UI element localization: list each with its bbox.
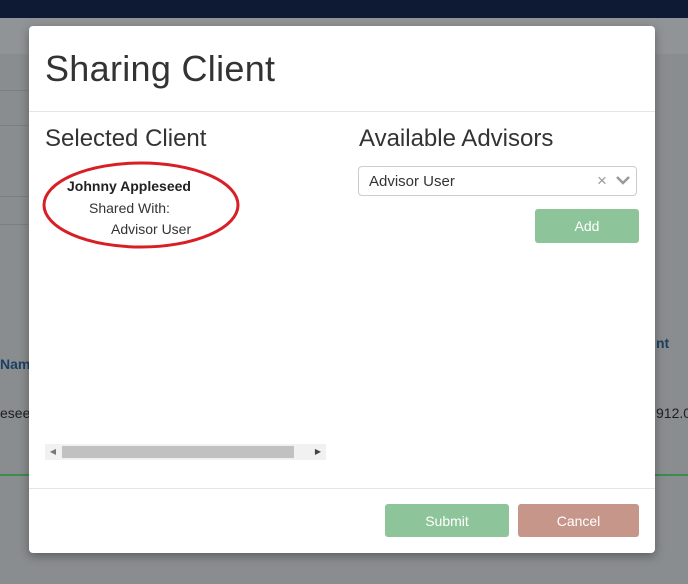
scrollbar-thumb[interactable] — [62, 446, 294, 458]
background-divider — [0, 224, 28, 225]
background-table-cell: esee — [0, 405, 31, 421]
modal-header: Sharing Client — [29, 26, 655, 112]
scroll-left-icon[interactable]: ◀ — [45, 444, 61, 460]
annotation-ellipse — [42, 161, 240, 249]
advisor-select[interactable]: Advisor User × — [358, 166, 637, 196]
advisor-select-value: Advisor User — [369, 173, 455, 190]
app-top-bar — [0, 0, 688, 18]
selected-client-heading: Selected Client — [45, 125, 207, 152]
add-button[interactable]: Add — [535, 209, 639, 243]
sharing-client-modal: Sharing Client Selected Client Available… — [29, 26, 655, 553]
clear-icon[interactable]: × — [597, 171, 607, 191]
chevron-down-icon[interactable] — [616, 175, 630, 185]
background-column-header: Nam — [0, 356, 31, 372]
horizontal-scrollbar[interactable]: ◀ ▶ — [45, 444, 326, 460]
background-divider — [0, 90, 28, 91]
available-advisors-heading: Available Advisors — [359, 125, 554, 152]
modal-footer-divider — [29, 488, 655, 489]
submit-button[interactable]: Submit — [385, 504, 509, 537]
scroll-right-icon[interactable]: ▶ — [310, 444, 326, 460]
background-divider — [0, 196, 28, 197]
background-table-cell: 912.0 — [656, 405, 688, 421]
modal-title: Sharing Client — [45, 48, 276, 89]
background-divider — [0, 125, 28, 126]
background-column-header: nt — [656, 335, 670, 351]
cancel-button[interactable]: Cancel — [518, 504, 639, 537]
